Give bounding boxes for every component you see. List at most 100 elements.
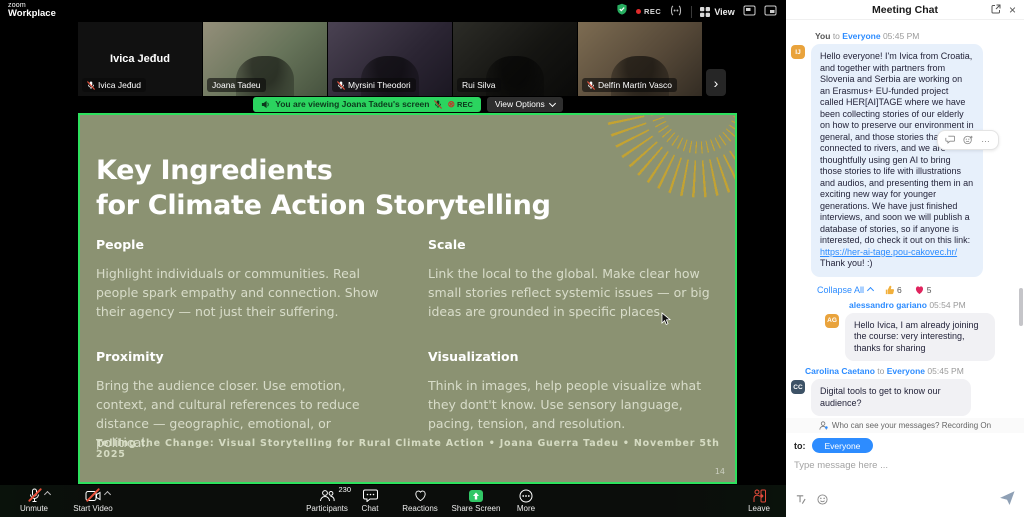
reply-icon[interactable] xyxy=(945,135,955,144)
recording-controls-icon[interactable] xyxy=(669,3,683,21)
heart-icon xyxy=(413,488,428,503)
chat-bubble-icon xyxy=(363,488,378,503)
view-options-button[interactable]: View Options xyxy=(487,97,563,112)
message-meta: alessandro gariano 05:54 PM xyxy=(849,300,1014,310)
participants-icon: 230 xyxy=(319,488,335,503)
video-tile-delfin[interactable]: Delfín Martín Vasco xyxy=(578,22,702,96)
zoom-workplace-logo: zoom Workplace xyxy=(8,2,56,19)
add-reaction-icon[interactable] xyxy=(963,135,973,145)
reactions-button[interactable]: Reactions xyxy=(392,488,448,513)
popout-chat-icon[interactable] xyxy=(991,1,1001,19)
video-tile-myrsini[interactable]: Myrsini Theodori xyxy=(328,22,452,96)
sun-rays-decoration xyxy=(569,113,737,255)
section-proximity: Proximity Bring the audience closer. Use… xyxy=(96,349,386,452)
banner-rec-indicator: ⊗ REC xyxy=(447,100,472,109)
more-button[interactable]: More xyxy=(506,488,546,513)
participant-name-tag: Myrsini Theodori xyxy=(332,78,416,92)
share-screen-icon xyxy=(468,488,484,503)
recipient-link[interactable]: Everyone xyxy=(887,366,925,376)
next-participants-button[interactable]: › xyxy=(706,69,726,96)
message-bubble[interactable]: Hello everyone! I'm Ivica from Croatia, … xyxy=(811,44,983,277)
avatar: CC xyxy=(791,380,805,394)
avatar: IJ xyxy=(791,45,805,59)
collapse-all-button[interactable]: Collapse All xyxy=(817,285,873,295)
muted-mic-icon xyxy=(87,81,95,90)
section-visualization: Visualization Think in images, help peop… xyxy=(428,349,718,452)
message-meta: Carolina Caetano to Everyone 05:45 PM xyxy=(805,366,1014,376)
video-tile-rui[interactable]: Rui Silva xyxy=(453,22,577,96)
chevron-up-icon xyxy=(867,287,874,294)
video-tile-ivica[interactable]: Ivica Jeđud Ivica Jeđud xyxy=(78,22,202,96)
minimize-window-icon[interactable] xyxy=(764,3,777,21)
message-meta: You to Everyone 05:45 PM xyxy=(815,31,1014,41)
chevron-down-icon xyxy=(549,99,556,106)
message-bubble[interactable]: Digital tools to get to know our audienc… xyxy=(811,379,971,416)
chat-compose-area: Who can see your messages? Recording On … xyxy=(786,418,1024,517)
muted-mic-icon xyxy=(28,488,41,503)
recipient-pill[interactable]: Everyone xyxy=(812,438,874,453)
chat-button[interactable]: Chat xyxy=(350,488,390,513)
thumbs-up-reaction[interactable]: 6 xyxy=(885,285,902,295)
privacy-note[interactable]: Who can see your messages? Recording On xyxy=(786,418,1024,433)
share-screen-button[interactable]: Share Screen xyxy=(444,488,508,513)
encryption-shield-icon xyxy=(616,3,628,21)
chat-message: You to Everyone 05:45 PM IJ Hello everyo… xyxy=(791,31,1014,295)
stop-recording-icon: ⊗ xyxy=(447,100,455,109)
swap-windows-icon[interactable] xyxy=(743,3,756,21)
leave-icon xyxy=(752,488,767,503)
meeting-toolbar: Unmute Start Video 230 Participants Chat… xyxy=(0,485,786,517)
viewing-banner: You are viewing Joana Tadeu's screen ⊗ R… xyxy=(253,97,481,112)
more-actions-icon[interactable]: … xyxy=(981,134,991,146)
meeting-chat-panel: Meeting Chat × You to Everyone 05:45 PM … xyxy=(786,0,1024,517)
message-link[interactable]: https://her-ai-tage.pou-cakovec.hr/ xyxy=(820,247,974,259)
heart-reaction[interactable]: 5 xyxy=(914,285,932,295)
participant-name-tag: Rui Silva xyxy=(457,78,501,92)
sender-link[interactable]: alessandro gariano xyxy=(849,300,927,310)
recording-indicator: REC xyxy=(636,7,661,16)
viewing-text: You are viewing Joana Tadeu's screen xyxy=(275,99,429,109)
leave-button[interactable]: Leave xyxy=(736,488,782,513)
chat-scrollbar[interactable] xyxy=(1019,288,1023,326)
video-thumbnail-strip: Ivica Jeđud Ivica Jeđud Joana Tadeu Myrs… xyxy=(78,22,704,96)
chat-title: Meeting Chat xyxy=(872,4,938,16)
unmute-button[interactable]: Unmute xyxy=(6,488,62,513)
muted-mic-icon xyxy=(587,81,595,90)
chat-message-list[interactable]: You to Everyone 05:45 PM IJ Hello everyo… xyxy=(786,20,1024,418)
recipient-link[interactable]: Everyone xyxy=(842,31,880,41)
send-button[interactable] xyxy=(1000,491,1015,510)
slide-footer: Telling the Change: Visual Storytelling … xyxy=(96,438,735,460)
rec-dot-icon xyxy=(636,9,641,14)
slide-sections: People Highlight individuals or communit… xyxy=(96,237,716,452)
slide-title: Key Ingredients for Climate Action Story… xyxy=(96,153,551,223)
emoji-icon[interactable] xyxy=(817,492,828,510)
person-privacy-icon xyxy=(819,421,828,430)
chat-message-reply: alessandro gariano 05:54 PM AG Hello Ivi… xyxy=(825,300,1014,362)
muted-mic-icon xyxy=(337,81,345,90)
start-video-button[interactable]: Start Video xyxy=(58,488,128,513)
message-hover-actions: … xyxy=(937,130,999,150)
recipient-selector-row: to: Everyone xyxy=(786,433,1024,455)
view-label: View xyxy=(714,7,734,17)
speaker-icon xyxy=(261,100,270,109)
format-text-icon[interactable] xyxy=(795,492,806,510)
participant-name-tag: Joana Tadeu xyxy=(207,78,266,92)
message-bubble[interactable]: Hello Ivica, I am already joining the co… xyxy=(845,313,995,362)
video-tile-joana[interactable]: Joana Tadeu xyxy=(203,22,327,96)
section-scale: Scale Link the local to the global. Make… xyxy=(428,237,718,321)
chat-input[interactable] xyxy=(786,457,996,474)
rec-label: REC xyxy=(644,7,661,16)
section-people: People Highlight individuals or communit… xyxy=(96,237,386,321)
heart-icon xyxy=(914,285,925,295)
mouse-cursor xyxy=(661,311,671,330)
chat-message: Carolina Caetano to Everyone 05:45 PM CC… xyxy=(791,366,1014,416)
view-button[interactable]: View xyxy=(700,7,734,17)
chevron-up-icon[interactable] xyxy=(43,491,50,498)
meeting-topbar: REC View xyxy=(616,4,777,19)
avatar: AG xyxy=(825,314,839,328)
camera-off-icon xyxy=(85,488,101,503)
chevron-up-icon[interactable] xyxy=(104,491,111,498)
topbar-divider xyxy=(691,6,692,18)
close-chat-icon[interactable]: × xyxy=(1009,4,1016,16)
sender-link[interactable]: Carolina Caetano xyxy=(805,366,875,376)
thread-controls: Collapse All 6 5 xyxy=(817,285,1014,295)
